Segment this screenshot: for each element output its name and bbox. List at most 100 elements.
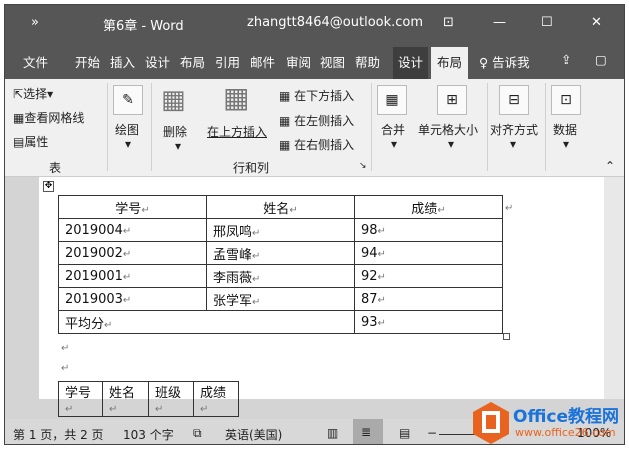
average-value: 93	[361, 314, 378, 330]
cell[interactable]: 2019001↵	[58, 264, 207, 288]
tell-me-label: 告诉我	[492, 55, 530, 70]
cell[interactable]: 张学军↵	[206, 287, 355, 311]
tab-home[interactable]: 开始	[75, 52, 100, 71]
web-layout-icon[interactable]: ▤	[399, 426, 410, 440]
quick-access-button[interactable]: »	[31, 15, 39, 30]
cell[interactable]: 姓名↵	[102, 381, 149, 417]
tell-me[interactable]: ♀ 告诉我	[479, 52, 530, 71]
cell[interactable]: 平均分↵	[58, 310, 355, 334]
table-header-row: 学号↵ 姓名↵ 成绩↵	[58, 195, 503, 219]
tab-view[interactable]: 视图	[320, 52, 345, 71]
cell-size-icon[interactable]: ⊞	[437, 85, 467, 115]
table-row: 2019001↵ 李雨薇↵ 92↵	[58, 264, 503, 288]
cell-size-button[interactable]: 单元格大小	[418, 121, 478, 138]
insert-right-label: 在右侧插入	[294, 138, 355, 152]
select-button[interactable]: ⇱选择▾	[13, 85, 53, 102]
draw-table-icon[interactable]: ✎	[113, 85, 143, 115]
tab-table-layout[interactable]: 布局	[431, 47, 469, 79]
word-count[interactable]: 103 个字	[123, 426, 174, 443]
view-gridlines-button[interactable]: ▦查看网格线	[13, 109, 84, 126]
cell[interactable]: 李雨薇↵	[206, 264, 355, 288]
insert-left-icon: ▦	[279, 114, 291, 128]
data-dropdown[interactable]: ▾	[563, 137, 569, 151]
tab-help[interactable]: 帮助	[355, 52, 380, 71]
draw-button[interactable]: 绘图	[115, 121, 139, 138]
document-title: 第6章 - Word	[103, 19, 184, 34]
cell[interactable]: 成绩↵	[193, 381, 239, 417]
close-button[interactable]: ✕	[591, 15, 602, 30]
header-name: 姓名	[263, 201, 290, 217]
cell[interactable]: 2019003↵	[58, 287, 207, 311]
ribbon-display-button[interactable]: ⊡	[443, 15, 454, 30]
tab-layout[interactable]: 布局	[180, 52, 205, 71]
cell[interactable]: 93↵	[354, 310, 503, 334]
header-cell[interactable]: 成绩↵	[354, 195, 503, 219]
cell[interactable]: 孟雪峰↵	[206, 241, 355, 265]
cell-size-dropdown[interactable]: ▾	[448, 137, 454, 151]
print-layout-icon[interactable]: ≣	[353, 419, 383, 444]
grid-icon: ▦	[13, 111, 25, 125]
cell[interactable]: 2019002↵	[58, 241, 207, 265]
cell-text: 2019003	[65, 291, 123, 307]
cell[interactable]: 学号↵	[58, 381, 103, 417]
cell[interactable]: 87↵	[354, 287, 503, 311]
tab-insert[interactable]: 插入	[110, 52, 135, 71]
cell[interactable]: 98↵	[354, 218, 503, 242]
draw-dropdown[interactable]: ▾	[125, 137, 131, 151]
table-resize-handle[interactable]	[503, 333, 510, 340]
tab-review[interactable]: 审阅	[286, 52, 311, 71]
delete-icon[interactable]: ▦	[161, 85, 186, 115]
cell[interactable]: 92↵	[354, 264, 503, 288]
insert-left-button[interactable]: ▦ 在左侧插入	[279, 112, 354, 129]
tab-table-design[interactable]: 设计	[393, 47, 429, 79]
cell[interactable]: 94↵	[354, 241, 503, 265]
cell-text: 张学军	[213, 293, 253, 309]
insert-right-button[interactable]: ▦ 在右侧插入	[279, 136, 354, 153]
table-move-handle-icon[interactable]: ✥	[43, 181, 54, 192]
merge-dropdown[interactable]: ▾	[391, 137, 397, 151]
language[interactable]: 英语(美国)	[225, 426, 282, 443]
header-cell[interactable]: 姓名↵	[206, 195, 355, 219]
alignment-dropdown[interactable]: ▾	[510, 137, 516, 151]
tab-mailings[interactable]: 邮件	[250, 52, 275, 71]
vertical-scrollbar[interactable]	[604, 177, 624, 399]
dialog-launcher-icon[interactable]: ↘	[359, 161, 367, 171]
properties-icon: ▤	[13, 135, 25, 149]
minimize-button[interactable]: —	[493, 15, 506, 30]
account-name[interactable]: zhangtt8464@outlook.com	[247, 15, 423, 30]
zoom-out-button[interactable]: −	[427, 426, 437, 440]
cell[interactable]: 2019004↵	[58, 218, 207, 242]
average-row: 平均分↵ 93↵	[58, 310, 503, 334]
properties-button[interactable]: ▤属性	[13, 133, 48, 150]
cell[interactable]: 班级↵	[148, 381, 194, 417]
cell-text: 班级	[155, 386, 182, 401]
watermark-url: www.office26.com	[515, 426, 616, 439]
properties-label: 属性	[24, 135, 49, 149]
insert-below-button[interactable]: ▦ 在下方插入	[279, 87, 354, 104]
collapse-ribbon-icon[interactable]: ⌃	[605, 159, 615, 173]
alignment-icon[interactable]: ⊟	[499, 85, 529, 115]
insert-above-button[interactable]: 在上方插入	[207, 123, 267, 140]
merge-icon[interactable]: ▦	[377, 85, 407, 115]
tab-references[interactable]: 引用	[215, 52, 240, 71]
insert-above-icon[interactable]: ▦	[223, 81, 249, 114]
tab-file[interactable]: 文件	[23, 52, 48, 71]
header-id: 学号	[115, 201, 142, 217]
delete-dropdown[interactable]: ▾	[175, 139, 181, 153]
data-button[interactable]: 数据	[553, 121, 577, 138]
tab-design[interactable]: 设计	[145, 52, 170, 71]
share-icon[interactable]: ⇪	[561, 52, 571, 67]
delete-button[interactable]: 删除	[163, 123, 187, 140]
page-count[interactable]: 第 1 页，共 2 页	[13, 426, 104, 443]
proofing-icon[interactable]: ⧉	[193, 426, 202, 441]
cell[interactable]: 邢凤鸣↵	[206, 218, 355, 242]
header-score: 成绩	[411, 201, 438, 217]
alignment-button[interactable]: 对齐方式	[490, 121, 538, 138]
maximize-button[interactable]: ☐	[541, 15, 553, 30]
comments-icon[interactable]: ▢	[595, 52, 607, 67]
merge-button[interactable]: 合并	[381, 121, 405, 138]
header-cell[interactable]: 学号↵	[58, 195, 207, 219]
read-mode-icon[interactable]: ▥	[327, 426, 338, 440]
document-page[interactable]: ✥ 学号↵ 姓名↵ 成绩↵ 2019004↵ 邢凤鸣↵ 98↵ 2019002↵ 孟雪…	[39, 177, 604, 417]
data-icon[interactable]: ⊡	[551, 85, 581, 115]
